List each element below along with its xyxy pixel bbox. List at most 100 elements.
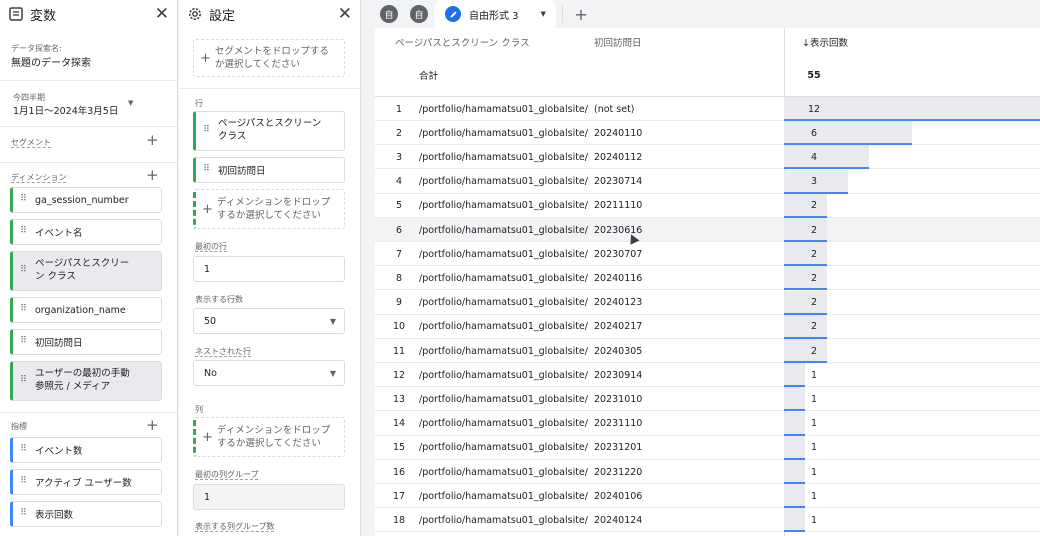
table-row[interactable]: 12/portfolio/hamamatsu01_globalsite/2023…	[375, 363, 1040, 388]
table-row[interactable]: 6/portfolio/hamamatsu01_globalsite/20230…	[375, 218, 1040, 242]
tab-freeform-1[interactable]: 自	[380, 5, 398, 23]
dimension-label: イベント名	[35, 228, 83, 239]
views-cell: 1	[810, 490, 818, 502]
row-chip[interactable]: ⠿ 初回訪問日	[193, 157, 345, 183]
columns-label: 列	[195, 405, 203, 414]
segment-dropzone[interactable]: + セグメントをドロップするか選択してください	[193, 39, 345, 77]
dimension-label: ユーザーの最初の手動参照元 / メディア	[35, 368, 130, 392]
table-row[interactable]: 14/portfolio/hamamatsu01_globalsite/2023…	[375, 411, 1040, 436]
add-dimension-icon[interactable]: +	[146, 168, 159, 183]
views-cell: 6	[810, 127, 818, 139]
column-header-views[interactable]: ↓表示回数	[802, 28, 848, 56]
add-metric-icon[interactable]: +	[146, 418, 159, 433]
drag-handle-icon[interactable]: ⠿	[16, 265, 30, 275]
first-visit-cell: 20240217	[594, 321, 643, 333]
first-visit-cell: 20230914	[594, 369, 643, 381]
variables-title: 変数	[30, 8, 57, 24]
table-row[interactable]: 2/portfolio/hamamatsu01_globalsite/20240…	[375, 121, 1040, 146]
table-row[interactable]: 18/portfolio/hamamatsu01_globalsite/2024…	[375, 508, 1040, 533]
total-value: 55	[807, 69, 821, 81]
dimension-chip[interactable]: ⠿ イベント名	[10, 219, 162, 245]
add-tab-icon[interactable]: +	[567, 5, 595, 24]
page-path-cell: /portfolio/hamamatsu01_globalsite/	[419, 272, 588, 284]
chevron-down-icon: ▼	[329, 368, 336, 378]
first-row-input[interactable]: 1	[193, 256, 345, 282]
dimension-chip[interactable]: ⠿ ユーザーの最初の手動参照元 / メディア	[10, 361, 162, 401]
metric-label: イベント数	[35, 446, 83, 457]
views-cell: 1	[810, 418, 818, 430]
table-row[interactable]: 9/portfolio/hamamatsu01_globalsite/20240…	[375, 290, 1040, 315]
row-number: 11	[392, 345, 406, 357]
first-visit-cell: 20240116	[594, 272, 643, 284]
tab-freeform-2[interactable]: 自	[410, 5, 428, 23]
drag-handle-icon[interactable]: ⠿	[199, 125, 213, 135]
row-number: 12	[392, 369, 406, 381]
views-cell: 2	[810, 248, 818, 260]
page-path-cell: /portfolio/hamamatsu01_globalsite/	[419, 490, 588, 502]
date-range-picker[interactable]: 今四半期 1月1日～2024年3月5日 ▼	[10, 91, 140, 117]
variables-panel: 変数 ✕ データ探索名: 無題のデータ探索 今四半期 1月1日～2024年3月5…	[0, 0, 178, 536]
drag-handle-icon[interactable]: ⠿	[16, 304, 30, 314]
page-path-cell: /portfolio/hamamatsu01_globalsite/	[419, 151, 588, 163]
drag-handle-icon[interactable]: ⠿	[16, 508, 30, 518]
dimension-label: 初回訪問日	[35, 338, 83, 349]
page-path-cell: /portfolio/hamamatsu01_globalsite/	[419, 103, 588, 115]
table-row[interactable]: 15/portfolio/hamamatsu01_globalsite/2023…	[375, 435, 1040, 460]
metric-chip[interactable]: ⠿ イベント数	[10, 437, 162, 463]
drag-handle-icon[interactable]: ⠿	[16, 336, 30, 346]
close-icon[interactable]: ✕	[338, 5, 352, 23]
table-row[interactable]: 3/portfolio/hamamatsu01_globalsite/20240…	[375, 145, 1040, 170]
row-dimension-dropzone[interactable]: + ディメンションをドロップするか選択してください	[193, 189, 345, 229]
first-col-group-input[interactable]: 1	[193, 484, 345, 510]
close-icon[interactable]: ✕	[155, 5, 169, 23]
date-range: 1月1日～2024年3月5日	[13, 106, 119, 117]
add-segment-icon[interactable]: +	[146, 133, 159, 148]
table-row[interactable]: 5/portfolio/hamamatsu01_globalsite/20211…	[375, 193, 1040, 218]
metric-chip[interactable]: ⠿ 表示回数	[10, 501, 162, 527]
first-visit-cell: 20240106	[594, 490, 643, 502]
drag-handle-icon[interactable]: ⠿	[16, 375, 30, 385]
drag-handle-icon[interactable]: ⠿	[16, 226, 30, 236]
table-row[interactable]: 17/portfolio/hamamatsu01_globalsite/2024…	[375, 484, 1040, 509]
table-row[interactable]: 16/portfolio/hamamatsu01_globalsite/2023…	[375, 460, 1040, 484]
table-row[interactable]: 7/portfolio/hamamatsu01_globalsite/20230…	[375, 242, 1040, 267]
views-cell: 2	[810, 272, 818, 284]
row-number: 8	[395, 272, 403, 284]
nested-rows-select[interactable]: No ▼	[193, 360, 345, 386]
table-row[interactable]: 11/portfolio/hamamatsu01_globalsite/2024…	[375, 339, 1040, 363]
views-cell: 2	[810, 297, 818, 309]
page-path-cell: /portfolio/hamamatsu01_globalsite/	[419, 442, 588, 454]
table-row[interactable]: 8/portfolio/hamamatsu01_globalsite/20240…	[375, 266, 1040, 291]
column-header-first-visit[interactable]: 初回訪問日	[594, 28, 642, 56]
dimension-chip[interactable]: ⠿ organization_name	[10, 297, 162, 323]
drag-handle-icon[interactable]: ⠿	[16, 194, 30, 204]
page-path-cell: /portfolio/hamamatsu01_globalsite/	[419, 466, 588, 478]
exploration-name[interactable]: 無題のデータ探索	[11, 54, 91, 69]
row-chip[interactable]: ⠿ ページパスとスクリーン クラス	[193, 111, 345, 151]
dimension-chip[interactable]: ⠿ ページパスとスクリーン クラス	[10, 251, 162, 291]
show-rows-value: 50	[204, 315, 217, 327]
drag-handle-icon[interactable]: ⠿	[16, 444, 30, 454]
table-row[interactable]: 1/portfolio/hamamatsu01_globalsite/ (not …	[375, 97, 1040, 121]
show-rows-select[interactable]: 50 ▼	[193, 308, 345, 334]
page-path-cell: /portfolio/hamamatsu01_globalsite/	[419, 418, 588, 430]
dimension-chip[interactable]: ⠿ ga_session_number	[10, 187, 162, 213]
plus-icon: +	[200, 50, 211, 66]
drag-handle-icon[interactable]: ⠿	[199, 164, 213, 174]
divider	[0, 412, 177, 413]
row-number: 13	[392, 393, 406, 405]
drag-handle-icon[interactable]: ⠿	[16, 476, 30, 486]
dimension-chip[interactable]: ⠿ 初回訪問日	[10, 329, 162, 355]
tab-freeform-3[interactable]: 自由形式 3 ▼	[435, 0, 556, 28]
page-path-cell: /portfolio/hamamatsu01_globalsite/	[419, 127, 588, 139]
table-row[interactable]: 4/portfolio/hamamatsu01_globalsite/20230…	[375, 169, 1040, 194]
column-header-page-path[interactable]: ページパスとスクリーン クラス	[395, 28, 530, 56]
tab-menu-icon[interactable]: ▼	[541, 10, 546, 18]
divider	[0, 162, 177, 163]
metric-chip[interactable]: ⠿ アクティブ ユーザー数	[10, 469, 162, 495]
dimension-label: ページパスとスクリーン クラス	[35, 258, 130, 282]
table-row[interactable]: 10/portfolio/hamamatsu01_globalsite/2024…	[375, 314, 1040, 339]
column-dimension-dropzone[interactable]: + ディメンションをドロップするか選択してください	[193, 417, 345, 457]
first-col-group-label: 最初の列グループ	[195, 470, 259, 479]
table-row[interactable]: 13/portfolio/hamamatsu01_globalsite/2023…	[375, 387, 1040, 412]
